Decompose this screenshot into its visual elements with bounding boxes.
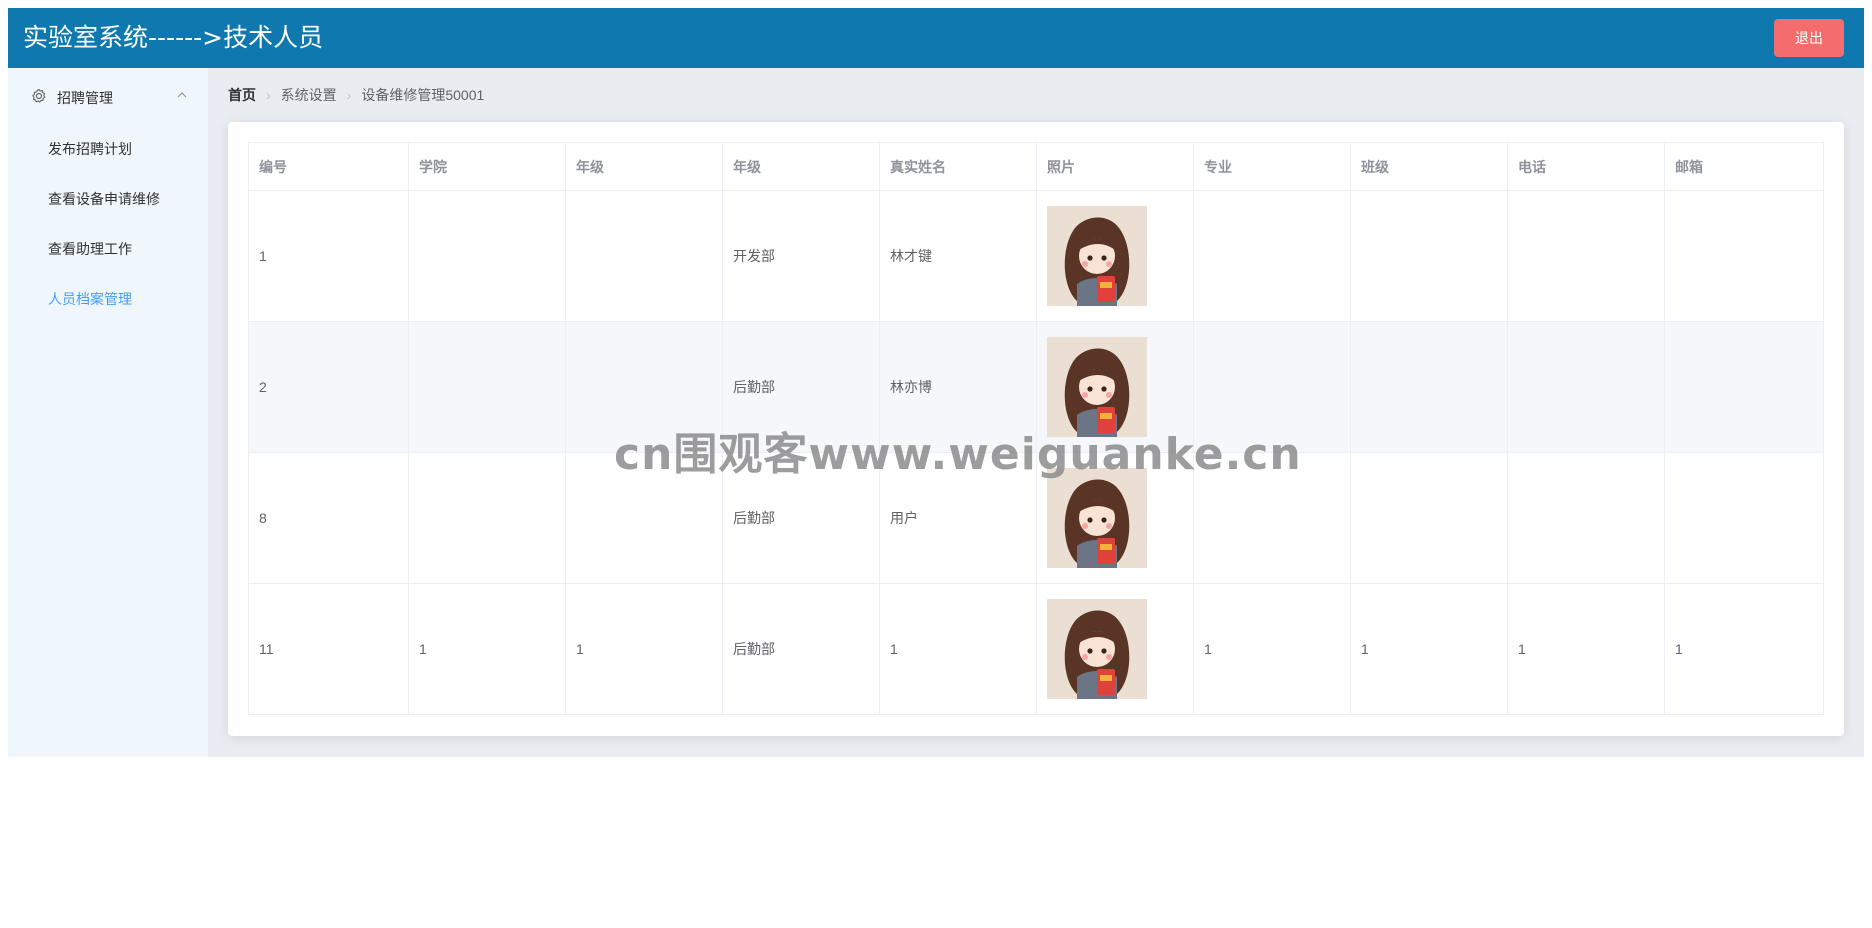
sidebar-item-publish-recruitment[interactable]: 发布招聘计划 xyxy=(8,124,208,174)
chevron-up-icon xyxy=(177,92,187,98)
cell-class xyxy=(1350,190,1508,322)
cell-college xyxy=(408,321,566,453)
cell-class xyxy=(1350,321,1508,453)
page-title: 实验室系统------>技术人员 xyxy=(23,23,324,52)
column-header-real-name: 真实姓名 xyxy=(879,142,1037,191)
cell-phone: 1 xyxy=(1507,583,1665,715)
cell-phone xyxy=(1507,321,1665,453)
gear-icon xyxy=(32,88,46,103)
column-header-grade-2: 年级 xyxy=(722,142,880,191)
cell-real-name: 林才键 xyxy=(879,190,1037,322)
cell-email xyxy=(1664,321,1824,453)
cell-id: 11 xyxy=(248,583,409,715)
breadcrumb-system-settings[interactable]: 系统设置 xyxy=(281,85,337,105)
cell-college xyxy=(408,452,566,584)
column-header-grade: 年级 xyxy=(565,142,723,191)
sidebar-item-view-assistant-work[interactable]: 查看助理工作 xyxy=(8,224,208,274)
column-header-major: 专业 xyxy=(1193,142,1351,191)
column-header-phone: 电话 xyxy=(1507,142,1665,191)
logout-button[interactable]: 退出 xyxy=(1774,19,1844,57)
cell-class xyxy=(1350,452,1508,584)
cell-phone xyxy=(1507,190,1665,322)
column-header-id: 编号 xyxy=(248,142,409,191)
avatar-photo xyxy=(1047,599,1147,699)
column-header-photo: 照片 xyxy=(1036,142,1194,191)
column-header-class: 班级 xyxy=(1350,142,1508,191)
breadcrumb-separator-icon: › xyxy=(266,87,271,103)
cell-major: 1 xyxy=(1193,583,1351,715)
sidebar-item-personnel-files[interactable]: 人员档案管理 xyxy=(8,274,208,324)
breadcrumb-separator-icon: › xyxy=(346,87,352,103)
main-content: 首页 › 系统设置 › 设备维修管理50001 编号 学院 年级 年级 真实姓名 照片 xyxy=(208,68,1864,757)
sidebar-item-view-repair-requests[interactable]: 查看设备申请维修 xyxy=(8,174,208,224)
cell-email xyxy=(1664,190,1824,322)
cell-major xyxy=(1193,190,1351,322)
sidebar: 招聘管理 发布招聘计划 查看设备申请维修 查看助理工作 人员档案管理 xyxy=(8,68,208,757)
breadcrumb-current: 设备维修管理50001 xyxy=(361,87,485,103)
sidebar-group-label: 招聘管理 xyxy=(57,90,113,106)
breadcrumb: 首页 › 系统设置 › 设备维修管理50001 xyxy=(228,85,484,105)
app-window: 实验室系统------>技术人员 退出 招聘管理 发布招聘计划 查看设备申请维修… xyxy=(8,8,1864,757)
column-header-email: 邮箱 xyxy=(1664,142,1824,191)
sidebar-group-recruitment[interactable]: 招聘管理 xyxy=(8,68,208,124)
cell-real-name: 1 xyxy=(879,583,1037,715)
cell-grade: 1 xyxy=(565,583,723,715)
cell-grade-2: 后勤部 xyxy=(722,583,880,715)
avatar-photo xyxy=(1047,206,1147,306)
table-row: 1 开发部 林才键 xyxy=(248,190,1824,322)
cell-phone xyxy=(1507,452,1665,584)
cell-id: 2 xyxy=(248,321,409,453)
watermark-text: cn围观客www.weiguanke.cn xyxy=(614,429,1302,480)
cell-email xyxy=(1664,452,1824,584)
cell-grade xyxy=(565,190,723,322)
avatar-photo xyxy=(1047,468,1147,568)
cell-photo xyxy=(1036,190,1194,322)
cell-college: 1 xyxy=(408,583,566,715)
cell-class: 1 xyxy=(1350,583,1508,715)
table-row: 11 1 1 后勤部 1 1 1 1 1 xyxy=(248,583,1824,715)
cell-email: 1 xyxy=(1664,583,1824,715)
cell-photo xyxy=(1036,583,1194,715)
breadcrumb-home[interactable]: 首页 xyxy=(228,85,256,105)
column-header-college: 学院 xyxy=(408,142,566,191)
top-header: 实验室系统------>技术人员 退出 xyxy=(8,8,1864,68)
table-header-row: 编号 学院 年级 年级 真实姓名 照片 专业 班级 电话 邮箱 xyxy=(248,142,1824,191)
cell-id: 8 xyxy=(248,452,409,584)
cell-id: 1 xyxy=(248,190,409,322)
cell-grade-2: 开发部 xyxy=(722,190,880,322)
cell-college xyxy=(408,190,566,322)
